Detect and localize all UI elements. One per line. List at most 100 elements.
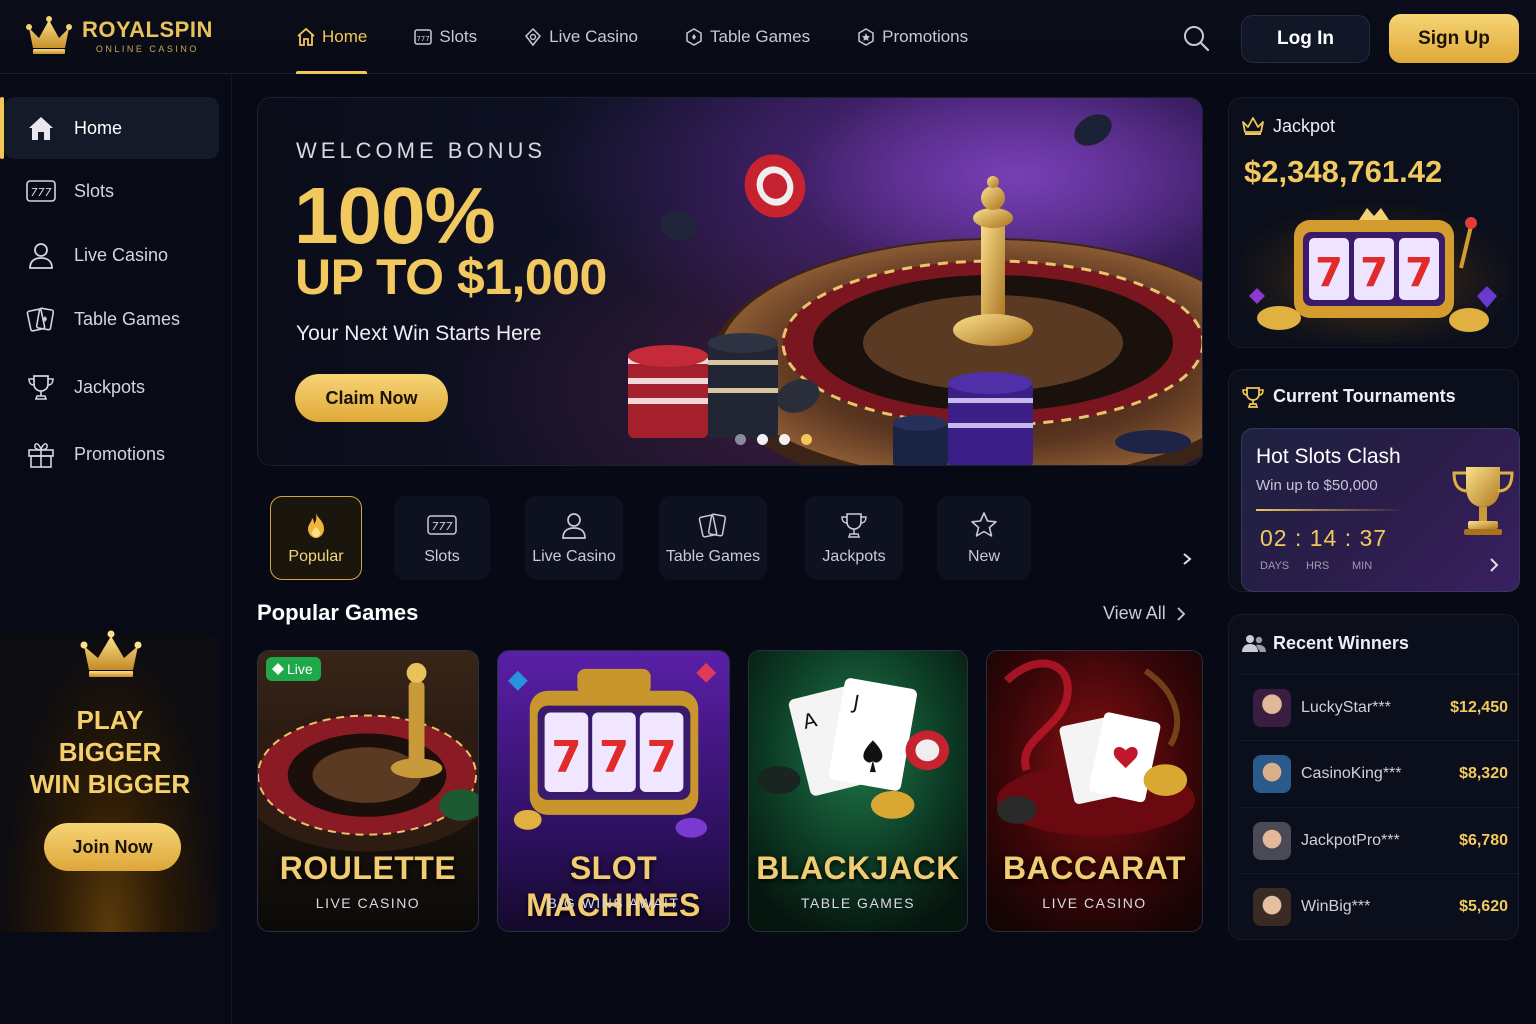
nav-promotions[interactable]: Promotions xyxy=(856,0,968,74)
hero-banner: WELCOME BONUS 100% UP TO $1,000 Your Nex… xyxy=(257,97,1203,466)
view-all-link[interactable]: View All xyxy=(1103,603,1186,624)
nav-table-games[interactable]: Table Games xyxy=(684,0,810,74)
join-now-button[interactable]: Join Now xyxy=(44,823,181,871)
svg-text:7: 7 xyxy=(1315,250,1343,296)
winner-row: LuckyStar*** $12,450 xyxy=(1241,674,1520,740)
live-badge: Live xyxy=(266,657,321,681)
scroll-right-chevron-icon[interactable] xyxy=(1180,552,1194,566)
live-badge-label: Live xyxy=(287,661,313,677)
top-navigation-bar: ROYALSPIN ONLINE CASINO Home 777 Slots L… xyxy=(0,0,1536,74)
hero-tagline: Your Next Win Starts Here xyxy=(296,322,542,345)
sidebar-item-live-casino[interactable]: Live Casino xyxy=(4,224,219,286)
winner-row: JackpotPro*** $6,780 xyxy=(1241,807,1520,873)
winner-row: CasinoKing*** $8,320 xyxy=(1241,740,1520,806)
winner-name: WinBig*** xyxy=(1301,897,1371,915)
jackpot-panel: Jackpot $2,348,761.42 7 7 7 xyxy=(1228,97,1519,348)
category-jackpots[interactable]: Jackpots xyxy=(805,496,903,580)
users-icon xyxy=(1242,635,1266,652)
game-title: BACCARAT xyxy=(1003,850,1186,886)
game-subtitle: TABLE GAMES xyxy=(800,895,916,911)
category-popular[interactable]: Popular xyxy=(270,496,362,580)
hero-eyebrow: WELCOME BONUS xyxy=(296,138,547,163)
trophy-icon xyxy=(1242,387,1264,408)
main-nav: Home 777 Slots Live Casino Table Games P… xyxy=(296,0,1014,74)
game-card-blackjack[interactable]: A J BLACKJACK TABLE GAMES xyxy=(748,650,968,932)
category-label: New xyxy=(967,548,1000,565)
avatar xyxy=(1253,688,1291,727)
signup-button[interactable]: Sign Up xyxy=(1389,14,1519,63)
sidebar-item-home[interactable]: Home xyxy=(0,97,219,159)
brand-name: ROYALSPIN xyxy=(82,16,213,42)
view-all-label: View All xyxy=(1103,603,1166,623)
sidebar-item-label: Table Games xyxy=(74,308,181,329)
svg-text:7: 7 xyxy=(1405,250,1433,296)
trophy-icon xyxy=(841,513,867,538)
sidebar-item-table-games[interactable]: Table Games xyxy=(4,288,219,350)
svg-text:777: 777 xyxy=(432,520,453,533)
chevron-right-icon[interactable] xyxy=(1488,557,1500,573)
winner-row: WinBig*** $5,620 xyxy=(1241,873,1520,939)
game-subtitle: LIVE CASINO xyxy=(1042,895,1147,911)
nav-live-casino-label: Live Casino xyxy=(549,27,638,46)
carousel-dots xyxy=(735,434,812,445)
category-slots[interactable]: 777 Slots xyxy=(394,496,490,580)
jackpot-slot-machine-image: 7 7 7 xyxy=(1239,203,1509,343)
sidebar-item-label: Home xyxy=(74,117,123,138)
hero-subheadline: UP TO $1,000 xyxy=(295,249,607,305)
claim-now-button[interactable]: Claim Now xyxy=(295,374,448,422)
game-subtitle: LIVE CASINO xyxy=(315,895,421,911)
category-label: Popular xyxy=(288,548,344,565)
flame-icon xyxy=(308,513,324,538)
game-card-roulette[interactable]: Live ROULETTE LIVE CASINO xyxy=(257,650,479,932)
svg-text:7: 7 xyxy=(1360,250,1388,296)
carousel-dot-4-active[interactable] xyxy=(801,434,812,445)
sidebar-item-label: Slots xyxy=(74,180,115,201)
blackjack-game-image: A J xyxy=(749,651,967,931)
nav-home[interactable]: Home xyxy=(296,0,368,74)
avatar xyxy=(1253,821,1291,860)
svg-text:7: 7 xyxy=(551,732,581,783)
svg-text:7: 7 xyxy=(599,732,629,783)
brand-tagline: ONLINE CASINO xyxy=(95,43,199,54)
countdown-units: DAYS HRS MIN xyxy=(1260,560,1398,572)
nav-slots-label: Slots xyxy=(439,27,478,46)
countdown-unit-days: DAYS xyxy=(1260,560,1290,572)
sidebar-item-slots[interactable]: 777 Slots xyxy=(4,160,219,222)
sidebar-item-jackpots[interactable]: Jackpots xyxy=(4,356,219,418)
nav-promotions-label: Promotions xyxy=(882,27,969,46)
game-title: ROULETTE xyxy=(279,850,457,886)
crown-icon xyxy=(1242,117,1264,135)
brand-logo[interactable]: ROYALSPIN ONLINE CASINO xyxy=(24,14,213,56)
slots-777-icon: 777 xyxy=(26,180,56,202)
login-button[interactable]: Log In xyxy=(1241,15,1370,63)
carousel-dot-1[interactable] xyxy=(735,434,746,445)
promotions-icon xyxy=(858,28,874,46)
carousel-dot-2[interactable] xyxy=(757,434,768,445)
countdown-unit-hours: HRS xyxy=(1306,560,1330,572)
promo-title: PLAY BIGGER WIN BIGGER xyxy=(29,705,191,799)
svg-text:777: 777 xyxy=(417,35,430,43)
user-icon xyxy=(562,513,586,539)
game-card-slot-machines[interactable]: 7 7 7 SLOT MACHINES BIG WINS AWAIT xyxy=(497,650,730,932)
category-label: Live Casino xyxy=(532,548,616,565)
category-table-games[interactable]: Table Games xyxy=(659,496,767,580)
carousel-dot-3[interactable] xyxy=(779,434,790,445)
recent-winners-title: Recent Winners xyxy=(1273,633,1409,653)
nav-live-casino[interactable]: Live Casino xyxy=(523,0,638,74)
sidebar-item-promotions[interactable]: Promotions xyxy=(4,423,219,485)
jackpot-amount: $2,348,761.42 xyxy=(1244,154,1443,189)
winner-amount: $12,450 xyxy=(1450,698,1508,716)
category-live-casino[interactable]: Live Casino xyxy=(525,496,623,580)
slots-icon: 777 xyxy=(414,29,433,45)
game-card-baccarat[interactable]: BACCARAT LIVE CASINO xyxy=(986,650,1203,932)
sidebar-item-label: Jackpots xyxy=(74,376,146,397)
cards-icon xyxy=(698,513,727,538)
category-new[interactable]: New xyxy=(937,496,1031,580)
home-icon xyxy=(297,27,315,46)
winner-name: CasinoKing*** xyxy=(1301,764,1402,782)
search-icon[interactable] xyxy=(1182,24,1210,52)
winner-name: JackpotPro*** xyxy=(1301,831,1400,849)
nav-slots[interactable]: 777 Slots xyxy=(413,0,477,74)
tournament-card[interactable]: Hot Slots Clash Win up to $50,000 02 : 1… xyxy=(1241,428,1520,592)
category-label: Table Games xyxy=(665,548,761,565)
